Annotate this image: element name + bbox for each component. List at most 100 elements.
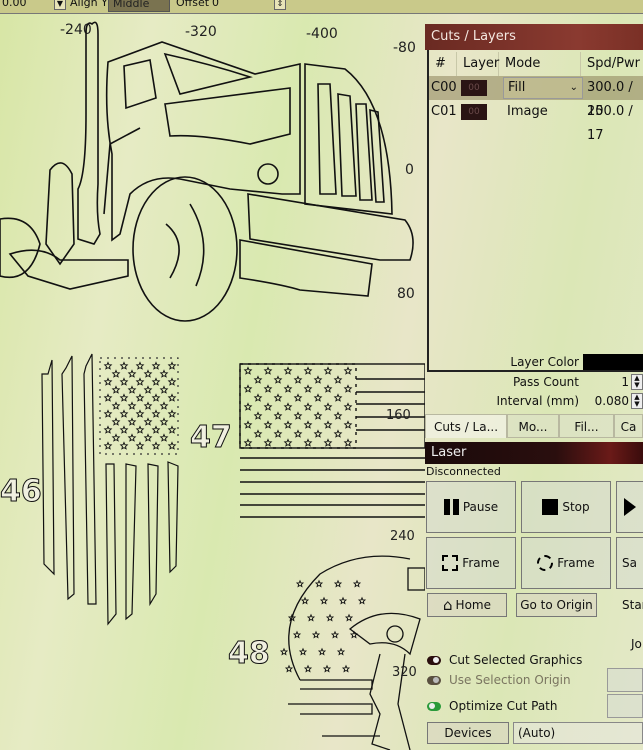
layer-swatch[interactable]: 00 — [461, 80, 487, 96]
cut-id: C00 — [431, 80, 457, 95]
y-ruler-label: 240 — [390, 529, 415, 544]
layer-swatch[interactable]: 00 — [461, 104, 487, 120]
cut-selected-graphics-toggle[interactable]: Cut Selected Graphics — [427, 651, 582, 669]
distressed-flag-design — [41, 353, 179, 626]
layer-color-swatch[interactable] — [583, 354, 643, 370]
star-shape — [253, 429, 263, 438]
go-to-origin-button[interactable]: Go to Origin — [516, 593, 597, 617]
y-ruler-label: 160 — [386, 408, 411, 423]
star-shape — [103, 441, 113, 450]
spinner-down-button[interactable]: ▼ — [54, 0, 66, 10]
save-button[interactable]: Sa — [616, 537, 643, 589]
position-value[interactable]: 0.00 — [2, 0, 27, 9]
start-button[interactable] — [616, 481, 643, 533]
star-shape — [343, 384, 353, 393]
column-header: Mode — [499, 52, 581, 76]
optimize-cut-path-label: Optimize Cut Path — [449, 699, 558, 713]
star-shape — [151, 441, 161, 450]
star-shape — [111, 401, 121, 410]
frame-circle-button[interactable]: Frame — [521, 537, 611, 589]
stop-button[interactable]: Stop — [521, 481, 611, 533]
tab-move[interactable]: Mo... — [507, 414, 559, 438]
star-shape — [333, 429, 343, 438]
tab-cuts-layers[interactable]: Cuts / La... — [425, 414, 507, 438]
pass-count-spinner[interactable]: ▲ ▼ — [631, 374, 643, 390]
device-select[interactable]: (Auto) — [513, 722, 643, 744]
star-shape — [306, 613, 316, 622]
interval-input[interactable]: 0.080 — [579, 394, 629, 408]
offset-value[interactable]: 0 — [212, 0, 219, 9]
mode-value: Fill — [508, 80, 526, 95]
table-header: # Layer Mode Spd/Pwr — [429, 52, 643, 76]
star-shape — [333, 579, 343, 588]
star-shape — [293, 393, 303, 402]
table-row[interactable]: C01 00 Image 150.0 / 17 — [429, 100, 643, 143]
star-shape — [336, 647, 346, 656]
design-artwork[interactable] — [0, 14, 425, 750]
laser-title: Laser — [425, 442, 643, 464]
star-shape — [263, 438, 273, 447]
star-shape — [111, 385, 121, 394]
stop-label: Stop — [562, 500, 590, 514]
star-shape — [343, 420, 353, 429]
star-shape — [111, 417, 121, 426]
star-shape — [273, 393, 283, 402]
star-shape — [127, 401, 137, 410]
star-shape — [151, 409, 161, 418]
star-shape — [135, 377, 145, 386]
toggle-off-icon[interactable] — [427, 655, 441, 665]
cuts-layers-title: Cuts / Layers — [425, 24, 643, 50]
job-origin-button[interactable] — [607, 668, 643, 692]
star-shape — [263, 420, 273, 429]
star-shape — [325, 613, 335, 622]
column-header: # — [429, 52, 457, 76]
star-shape — [167, 409, 177, 418]
devices-button[interactable]: Devices — [427, 722, 509, 744]
speed-power-value: 150.0 / 17 — [587, 104, 633, 143]
cut-id: C01 — [431, 104, 457, 119]
job-origin-button[interactable] — [607, 694, 643, 718]
align-y-label: Align Y — [70, 0, 108, 9]
star-shape — [263, 384, 273, 393]
star-shape — [313, 393, 323, 402]
star-shape — [143, 369, 153, 378]
star-shape — [303, 664, 313, 673]
start-from-label: Star — [622, 598, 643, 612]
pass-count-input[interactable]: 1 — [579, 375, 629, 389]
align-y-select[interactable]: Middle — [108, 0, 170, 12]
star-shape — [293, 375, 303, 384]
toggle-on-icon[interactable] — [427, 701, 441, 711]
star-shape — [333, 375, 343, 384]
star-shape — [273, 411, 283, 420]
star-shape — [303, 366, 313, 375]
star-shape — [151, 393, 161, 402]
frame-rect-button[interactable]: Frame — [426, 537, 516, 589]
home-button[interactable]: ⌂ Home — [427, 593, 507, 617]
star-shape — [273, 429, 283, 438]
star-shape — [322, 664, 332, 673]
tab-camera[interactable]: Ca — [614, 414, 643, 438]
offset-spinner[interactable]: ⇕ — [274, 0, 286, 10]
design-number-label: 47 — [190, 420, 233, 456]
use-selection-origin-toggle[interactable]: Use Selection Origin — [427, 671, 571, 689]
tab-files[interactable]: Fil... — [559, 414, 614, 438]
interval-spinner[interactable]: ▲ ▼ — [631, 393, 643, 409]
star-shape — [323, 402, 333, 411]
star-shape — [303, 384, 313, 393]
star-shape — [298, 647, 308, 656]
toggle-off-icon[interactable] — [427, 675, 441, 685]
optimize-cut-path-toggle[interactable]: Optimize Cut Path — [427, 697, 558, 715]
star-shape — [341, 664, 351, 673]
star-shape — [243, 402, 253, 411]
mode-select[interactable]: Fill ⌄ — [503, 77, 583, 99]
star-shape — [127, 369, 137, 378]
right-panel: Cuts / Layers # Layer Mode Spd/Pwr C00 0… — [425, 24, 643, 750]
pause-icon — [443, 499, 459, 515]
pause-button[interactable]: Pause — [426, 481, 516, 533]
star-shape — [293, 411, 303, 420]
interval-label: Interval (mm) — [496, 394, 579, 408]
table-row[interactable]: C00 00 Fill ⌄ 300.0 / 20 — [429, 76, 643, 119]
star-shape — [151, 425, 161, 434]
star-shape — [311, 630, 321, 639]
design-canvas[interactable]: -240 -320 -400 -80 0 80 160 240 320 46 4… — [0, 14, 425, 750]
